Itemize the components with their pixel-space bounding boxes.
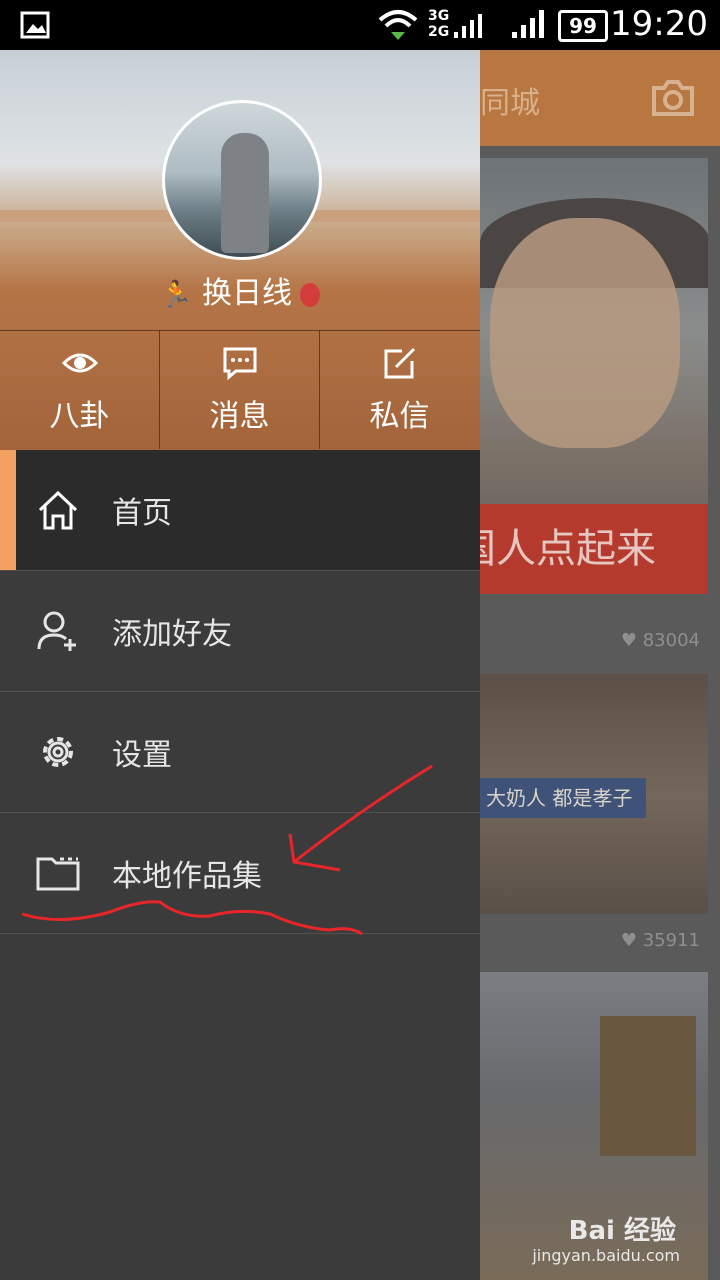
action-private-message[interactable]: 私信: [320, 331, 479, 449]
card-image: [600, 1016, 696, 1156]
gear-icon: [43, 737, 73, 767]
username-text: 换日线: [201, 276, 292, 311]
eye-icon: [62, 353, 98, 373]
action-gossip[interactable]: 八卦: [0, 331, 160, 449]
feed-list[interactable]: 国人点起来 ♥ 83004 大奶人 都是孝子 ♥ 35911: [480, 146, 720, 1280]
profile-actions: 八卦 消息 私信: [0, 330, 480, 449]
menu-item-label: 本地作品集: [112, 859, 262, 894]
menu-item-home[interactable]: 首页: [0, 450, 480, 571]
watermark-url: jingyan.baidu.com: [532, 1246, 680, 1265]
card-likes: ♥ 83004: [620, 630, 700, 651]
balloon-emoji-icon: [299, 282, 320, 307]
feed-card[interactable]: 大奶人 都是孝子: [480, 674, 708, 914]
network-type: 3G 2G: [428, 8, 450, 40]
status-bar: 3G 2G 99 19:20: [0, 0, 720, 50]
battery-indicator: 99: [558, 10, 608, 42]
avatar[interactable]: [162, 100, 322, 260]
profile-header: 🏃 换日线 八卦 消息 私信: [0, 50, 480, 450]
avatar-figure: [221, 133, 269, 253]
data-signal-icon: [454, 14, 482, 38]
camera-icon[interactable]: [650, 78, 696, 118]
clock: 19:20: [610, 4, 708, 44]
action-label: 消息: [209, 399, 270, 434]
action-messages[interactable]: 消息: [160, 331, 320, 449]
menu-item-label: 添加好友: [112, 617, 232, 652]
drawer-menu: 首页 添加好友 设置 本地作品集: [0, 450, 480, 934]
card-banner-text: 国人点起来: [480, 504, 708, 594]
heart-icon: ♥: [620, 930, 637, 951]
runner-emoji-icon: 🏃: [160, 280, 193, 310]
username[interactable]: 🏃 换日线: [0, 268, 480, 312]
feed-header-title: 同城: [480, 86, 540, 121]
cell-signal-icon: [512, 10, 544, 38]
message-icon: [223, 347, 257, 381]
wifi-icon: [378, 10, 418, 40]
menu-item-label: 设置: [112, 738, 172, 773]
menu-item-settings[interactable]: 设置: [0, 692, 480, 813]
action-label: 八卦: [49, 399, 110, 434]
add-user-icon: [37, 611, 76, 651]
menu-item-label: 首页: [112, 496, 172, 531]
card-image-face: [490, 218, 680, 448]
navigation-drawer: 🏃 换日线 八卦 消息 私信 首页 添加好友 设置 本地作品集: [0, 50, 480, 1280]
edit-icon: [384, 347, 416, 379]
image-notification-icon: [20, 11, 50, 39]
folder-icon: [36, 857, 80, 891]
card-likes: ♥ 35911: [620, 930, 700, 951]
watermark-logo: Bai 经验: [568, 1216, 676, 1246]
menu-item-local-works[interactable]: 本地作品集: [0, 813, 480, 934]
action-label: 私信: [369, 399, 430, 434]
card-caption: 大奶人 都是孝子: [480, 778, 646, 818]
feed-header: 同城: [480, 50, 720, 146]
feed-card[interactable]: 国人点起来: [480, 158, 708, 594]
menu-item-add-friend[interactable]: 添加好友: [0, 571, 480, 692]
home-icon: [38, 490, 78, 530]
heart-icon: ♥: [620, 630, 637, 651]
